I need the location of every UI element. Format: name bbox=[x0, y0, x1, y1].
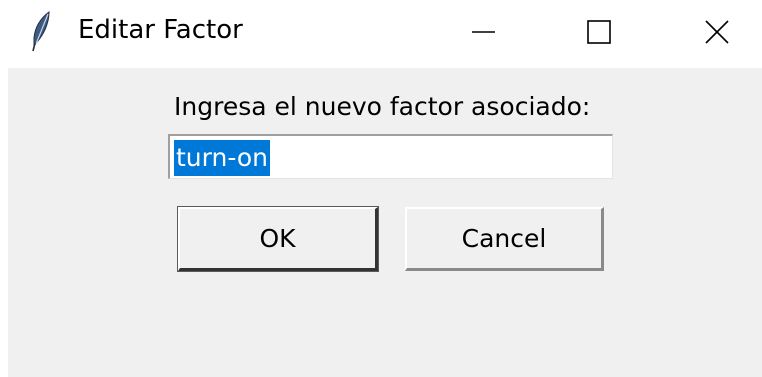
cancel-button[interactable]: Cancel bbox=[405, 207, 604, 271]
window-title: Editar Factor bbox=[78, 15, 243, 45]
feather-icon bbox=[30, 10, 54, 52]
ok-button-label: OK bbox=[259, 224, 296, 253]
prompt-label: Ingresa el nuevo factor asociado: bbox=[174, 92, 591, 121]
factor-input-value: turn-on bbox=[174, 140, 270, 176]
factor-input[interactable]: turn-on bbox=[168, 134, 613, 179]
minimize-icon bbox=[472, 31, 495, 33]
close-button[interactable] bbox=[668, 0, 760, 62]
maximize-icon bbox=[587, 20, 611, 44]
title-bar[interactable]: Editar Factor bbox=[0, 0, 762, 66]
minimize-button[interactable] bbox=[436, 0, 528, 62]
close-icon bbox=[705, 20, 729, 44]
dialog-body: Ingresa el nuevo factor asociado: turn-o… bbox=[8, 68, 762, 377]
dialog-window: Editar Factor Ingresa el nuevo factor as… bbox=[0, 0, 762, 377]
cancel-button-label: Cancel bbox=[461, 224, 547, 253]
ok-button[interactable]: OK bbox=[177, 206, 379, 272]
maximize-button[interactable] bbox=[552, 0, 644, 62]
